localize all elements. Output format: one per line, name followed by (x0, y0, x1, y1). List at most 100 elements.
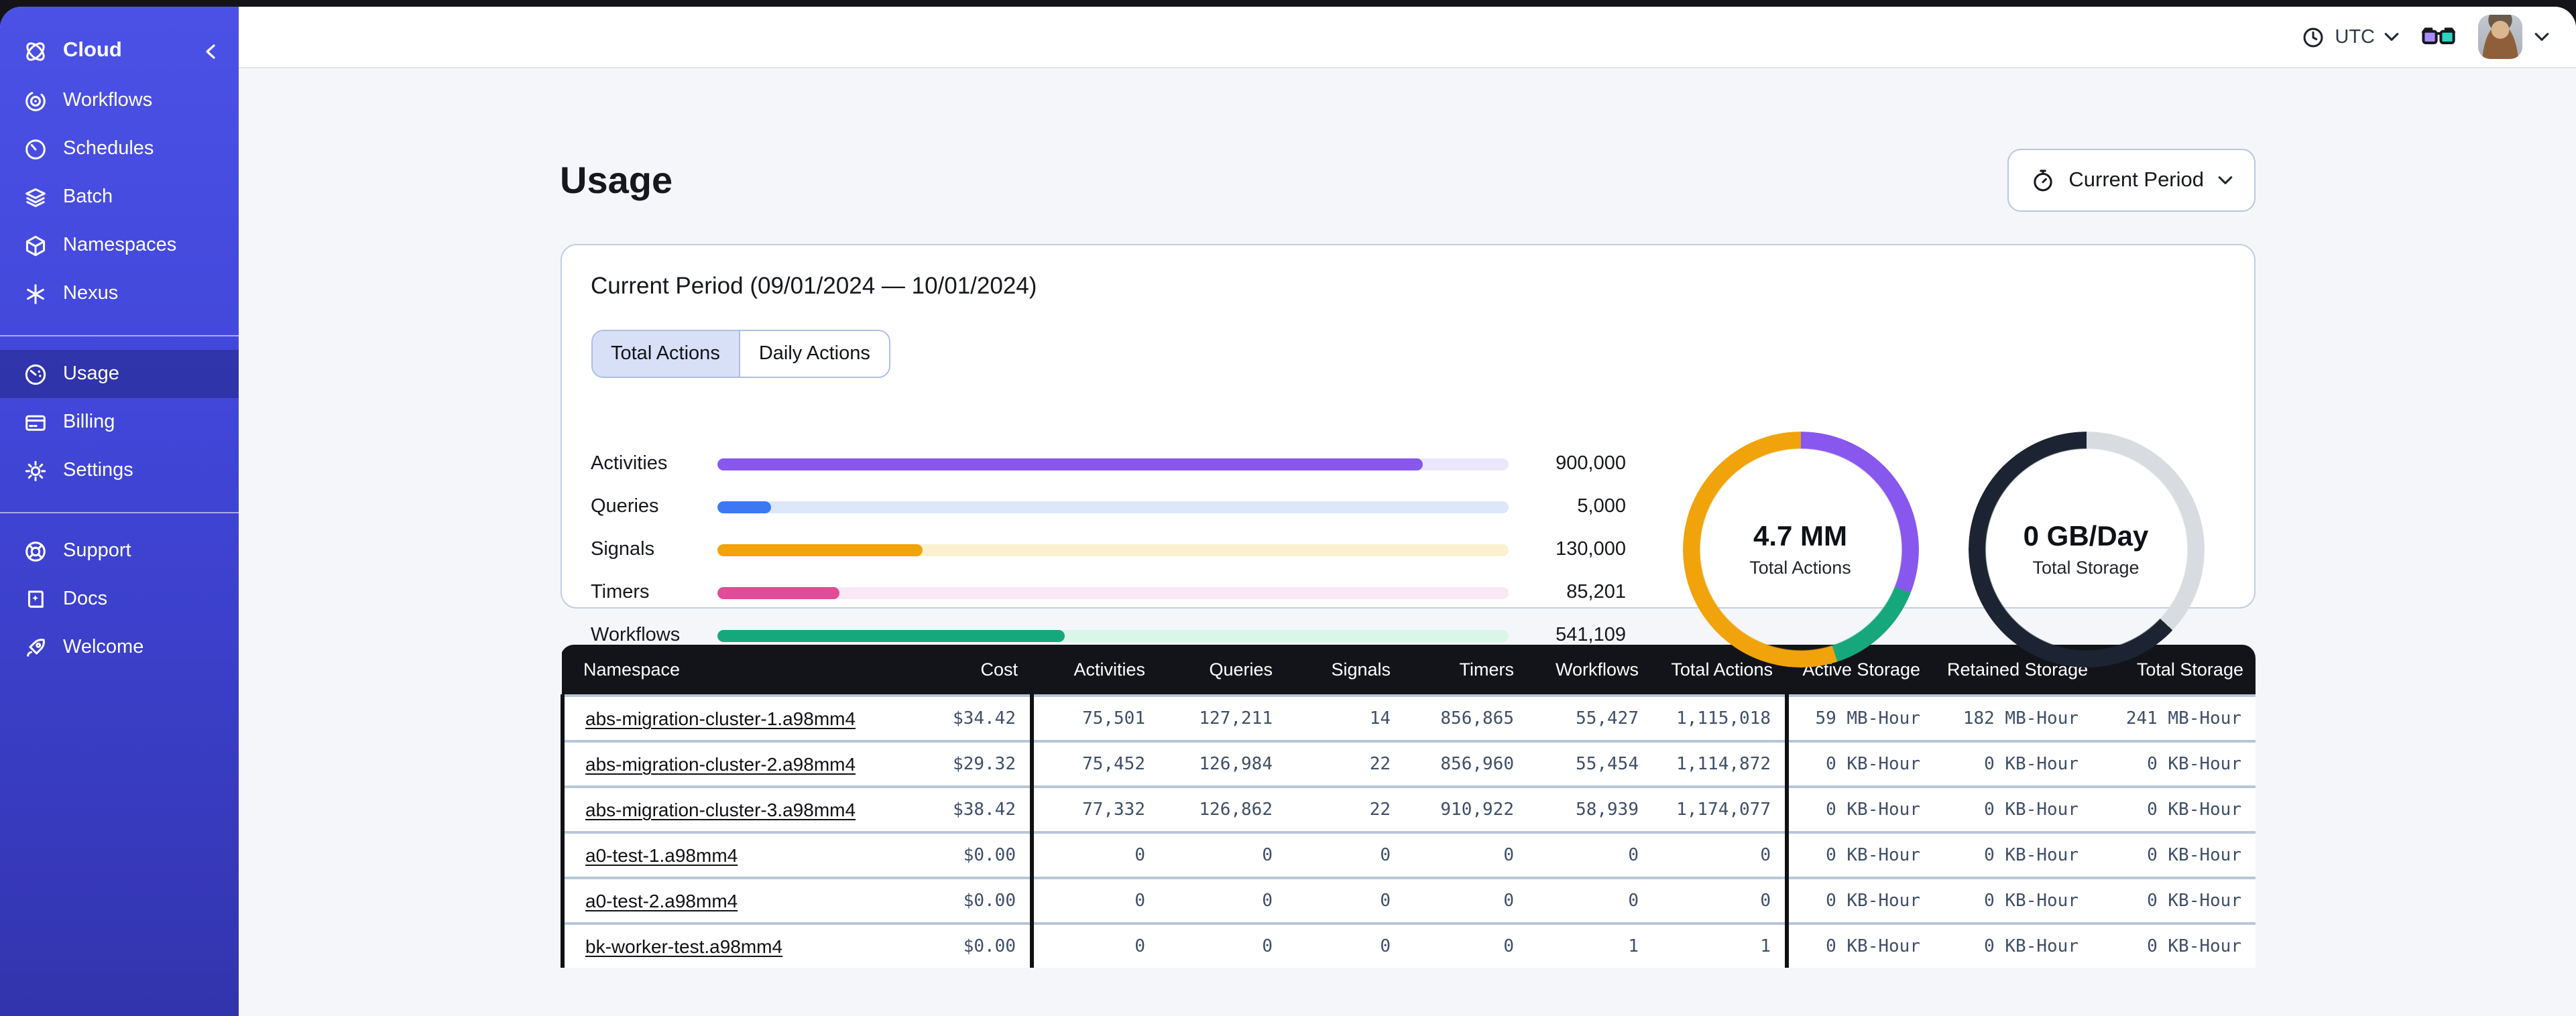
sidebar-item-label: Batch (63, 186, 113, 208)
temporal-logo-icon (26, 42, 45, 60)
settings-gear-icon (25, 460, 46, 481)
workflows-cell: 55,427 (1527, 694, 1652, 741)
retained-storage-cell: 0 KB-Hour (1934, 922, 2092, 968)
total-actions-cell: 1,114,872 (1652, 740, 1786, 787)
activities-cell: 0 (1029, 922, 1159, 968)
collapse-sidebar-icon[interactable] (202, 42, 220, 60)
app-stage: Cloud Workflows Schedules Batch Namespac… (0, 0, 2576, 1016)
total-storage-cell: 0 KB-Hour (2092, 740, 2255, 787)
cost-cell: $29.32 (884, 740, 1031, 787)
timers-cell: 856,960 (1404, 740, 1527, 787)
queries-cell: 126,984 (1159, 740, 1286, 787)
activities-cell: 0 (1029, 831, 1159, 878)
table-row: a0-test-2.a98mm4 $0.00 0 0 0 0 0 0 0 KB- (560, 877, 2255, 924)
timers-cell: 0 (1404, 831, 1527, 878)
bar-fill (717, 501, 772, 513)
signals-cell: 14 (1286, 694, 1404, 741)
page-title: Usage (560, 159, 673, 200)
col-signals: Signals (1286, 645, 1404, 696)
col-namespace: Namespace (562, 645, 884, 696)
timers-cell: 856,865 (1404, 694, 1527, 741)
sidebar-item-label: Namespaces (63, 235, 177, 256)
namespace-link[interactable]: bk-worker-test.a98mm4 (585, 936, 782, 957)
bar-label: Timers (591, 582, 650, 603)
bar-value: 900,000 (1556, 453, 1626, 474)
bar-label: Workflows (591, 625, 681, 646)
activities-cell: 75,452 (1029, 740, 1159, 787)
bar-track (717, 629, 1508, 641)
bar-row-activities: Activities 900,000 (591, 452, 1626, 476)
workflows-cell: 55,454 (1527, 740, 1652, 787)
current-period-card: Current Period (09/01/2024 — 10/01/2024)… (560, 244, 2255, 668)
period-selector-label: Current Period (2068, 168, 2204, 191)
sidebar-item-settings[interactable]: Settings (0, 446, 239, 495)
brand-label: Cloud (63, 39, 122, 62)
bar-fill (717, 458, 1423, 470)
bar-track (717, 501, 1508, 513)
sidebar-item-support[interactable]: Support (0, 527, 239, 575)
sidebar-item-label: Welcome (63, 637, 144, 658)
namespace-link[interactable]: abs-migration-cluster-2.a98mm4 (585, 753, 856, 775)
top-bar: UTC (239, 7, 2576, 68)
namespace-link[interactable]: a0-test-2.a98mm4 (585, 890, 738, 911)
app-window: Cloud Workflows Schedules Batch Namespac… (0, 7, 2576, 1016)
queries-cell: 0 (1159, 877, 1286, 924)
sidebar-item-workflows[interactable]: Workflows (0, 76, 239, 125)
sidebar-item-docs[interactable]: Docs (0, 575, 239, 623)
active-storage-cell: 0 KB-Hour (1784, 740, 1934, 787)
bar-row-signals: Signals 130,000 (591, 537, 1626, 562)
sidebar-item-schedules[interactable]: Schedules (0, 125, 239, 173)
retained-storage-cell: 0 KB-Hour (1934, 877, 2092, 924)
donut-value: 0 GB/Day (2023, 521, 2149, 552)
total-storage-cell: 0 KB-Hour (2092, 922, 2255, 968)
usage-gauge-icon (25, 363, 46, 385)
cost-cell: $0.00 (884, 831, 1031, 878)
tab-daily-actions[interactable]: Daily Actions (738, 331, 889, 377)
signals-cell: 22 (1286, 740, 1404, 787)
total-actions-cell: 0 (1652, 831, 1786, 878)
queries-cell: 0 (1159, 831, 1286, 878)
col-timers: Timers (1404, 645, 1527, 696)
sidebar-item-namespaces[interactable]: Namespaces (0, 221, 239, 269)
namespace-link[interactable]: abs-migration-cluster-1.a98mm4 (585, 708, 856, 729)
col-queries: Queries (1159, 645, 1286, 696)
cost-cell: $0.00 (884, 922, 1031, 968)
docs-book-icon (27, 590, 44, 607)
period-selector-button[interactable]: Current Period (2007, 149, 2255, 212)
sidebar-item-usage[interactable]: Usage (0, 350, 239, 398)
namespace-link[interactable]: a0-test-1.a98mm4 (585, 844, 738, 866)
timers-cell: 910,922 (1404, 785, 1527, 832)
signals-cell: 22 (1286, 785, 1404, 832)
sidebar-brand: Cloud (0, 25, 239, 76)
main-content: Usage Current Period Current Period (09/… (239, 68, 2576, 1016)
billing-card-icon (25, 414, 46, 430)
batch-icon (25, 187, 46, 207)
account-menu[interactable] (2478, 15, 2549, 59)
total-actions-cell: 1 (1652, 922, 1786, 968)
sidebar-item-nexus[interactable]: Nexus (0, 269, 239, 318)
active-storage-cell: 0 KB-Hour (1784, 831, 1934, 878)
total-actions-cell: 0 (1652, 877, 1786, 924)
total-storage-cell: 0 KB-Hour (2092, 785, 2255, 832)
timezone-selector[interactable]: UTC (2301, 25, 2399, 49)
sidebar-item-welcome[interactable]: Welcome (0, 623, 239, 672)
table-row: abs-migration-cluster-2.a98mm4 $29.32 75… (560, 740, 2255, 787)
namespace-link[interactable]: abs-migration-cluster-3.a98mm4 (585, 799, 856, 820)
workflows-cell: 0 (1527, 831, 1652, 878)
namespace-usage-table: Namespace Cost Activities Queries Signal… (560, 645, 2255, 968)
queries-cell: 127,211 (1159, 694, 1286, 741)
sidebar-item-label: Workflows (63, 90, 153, 111)
sidebar-item-label: Settings (63, 460, 133, 481)
signals-cell: 0 (1286, 831, 1404, 878)
workflows-cell: 58,939 (1527, 785, 1652, 832)
bar-fill (717, 586, 839, 598)
bar-row-workflows: Workflows 541,109 (591, 623, 1626, 647)
tab-total-actions[interactable]: Total Actions (592, 331, 739, 377)
activities-cell: 77,332 (1029, 785, 1159, 832)
total-storage-cell: 0 KB-Hour (2092, 877, 2255, 924)
col-activities: Activities (1031, 645, 1159, 696)
sidebar-item-batch[interactable]: Batch (0, 173, 239, 221)
bar-label: Activities (591, 453, 668, 474)
labs-glasses-icon[interactable] (2420, 25, 2457, 48)
sidebar-item-billing[interactable]: Billing (0, 398, 239, 446)
